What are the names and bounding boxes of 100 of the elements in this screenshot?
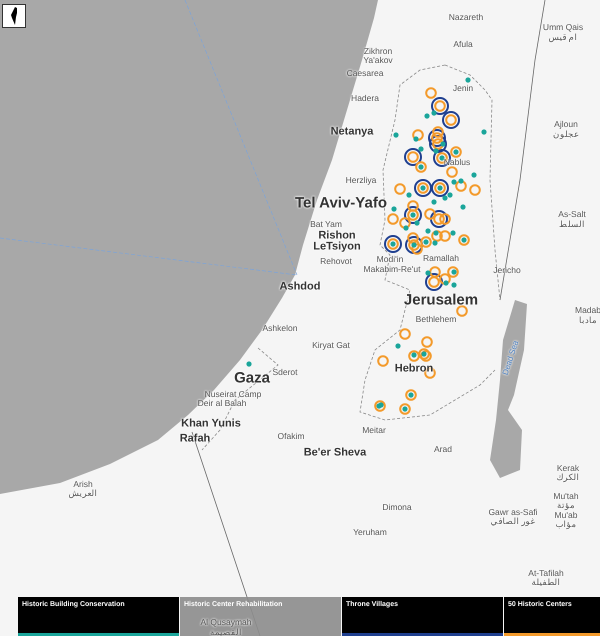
ring-marker[interactable] bbox=[433, 213, 445, 225]
ring-marker[interactable] bbox=[447, 266, 459, 278]
ring-marker[interactable] bbox=[425, 87, 437, 99]
ring-marker[interactable] bbox=[450, 146, 462, 158]
ring-marker[interactable] bbox=[408, 239, 420, 251]
dot-marker[interactable] bbox=[447, 192, 453, 198]
dot-marker[interactable] bbox=[471, 172, 477, 178]
ring-marker[interactable] bbox=[399, 217, 411, 229]
dot-marker[interactable] bbox=[408, 392, 414, 398]
ring-marker[interactable] bbox=[439, 213, 451, 225]
dot-marker[interactable] bbox=[450, 230, 456, 236]
ring-marker[interactable] bbox=[434, 100, 446, 112]
dot-marker[interactable] bbox=[432, 240, 438, 246]
dot-marker[interactable] bbox=[481, 129, 487, 135]
dot-marker[interactable] bbox=[431, 110, 437, 116]
dot-marker[interactable] bbox=[460, 204, 466, 210]
ring-marker[interactable] bbox=[429, 266, 441, 278]
ring-marker[interactable] bbox=[421, 336, 433, 348]
dot-marker[interactable] bbox=[458, 178, 464, 184]
ring-marker[interactable] bbox=[414, 179, 432, 197]
dot-marker[interactable] bbox=[402, 406, 408, 412]
dot-marker[interactable] bbox=[406, 192, 412, 198]
dot-marker[interactable] bbox=[418, 164, 424, 170]
ring-marker[interactable] bbox=[399, 403, 411, 415]
ring-marker[interactable] bbox=[429, 135, 447, 153]
dot-marker[interactable] bbox=[433, 148, 439, 154]
ring-marker[interactable] bbox=[446, 166, 458, 178]
ring-marker[interactable] bbox=[458, 234, 470, 246]
dot-marker[interactable] bbox=[393, 132, 399, 138]
dot-marker[interactable] bbox=[443, 280, 449, 286]
ring-marker[interactable] bbox=[431, 97, 449, 115]
dot-marker[interactable] bbox=[465, 77, 471, 83]
ring-marker[interactable] bbox=[407, 151, 419, 163]
dot-marker[interactable] bbox=[410, 212, 416, 218]
ring-marker[interactable] bbox=[399, 328, 411, 340]
dot-marker[interactable] bbox=[437, 185, 443, 191]
ring-marker[interactable] bbox=[442, 111, 460, 129]
dot-marker[interactable] bbox=[403, 225, 409, 231]
ring-marker[interactable] bbox=[387, 238, 399, 250]
ring-marker[interactable] bbox=[374, 400, 386, 412]
dot-marker[interactable] bbox=[424, 113, 430, 119]
ring-marker[interactable] bbox=[387, 213, 399, 225]
dot-marker[interactable] bbox=[453, 149, 459, 155]
ring-marker[interactable] bbox=[412, 129, 424, 141]
dot-marker[interactable] bbox=[414, 220, 420, 226]
ring-marker[interactable] bbox=[428, 276, 440, 288]
dot-marker[interactable] bbox=[451, 179, 457, 185]
dot-marker[interactable] bbox=[442, 195, 448, 201]
ring-marker[interactable] bbox=[425, 273, 443, 291]
dot-marker[interactable] bbox=[440, 141, 446, 147]
ring-marker[interactable] bbox=[407, 209, 419, 221]
ring-marker[interactable] bbox=[431, 179, 449, 197]
ring-marker[interactable] bbox=[439, 230, 451, 242]
ring-marker[interactable] bbox=[439, 273, 451, 285]
dot-marker[interactable] bbox=[391, 206, 397, 212]
dot-marker[interactable] bbox=[425, 228, 431, 234]
dot-marker[interactable] bbox=[420, 185, 426, 191]
dot-marker[interactable] bbox=[439, 155, 445, 161]
dot-marker[interactable] bbox=[390, 241, 396, 247]
ring-marker[interactable] bbox=[430, 210, 448, 228]
dot-marker[interactable] bbox=[411, 242, 417, 248]
ring-marker[interactable] bbox=[405, 389, 417, 401]
ring-marker[interactable] bbox=[432, 138, 444, 150]
dot-marker[interactable] bbox=[246, 361, 252, 367]
ring-marker[interactable] bbox=[456, 305, 468, 317]
dot-marker[interactable] bbox=[418, 146, 424, 152]
dot-marker[interactable] bbox=[451, 282, 457, 288]
ring-marker[interactable] bbox=[407, 232, 419, 244]
ring-marker[interactable] bbox=[394, 183, 406, 195]
ring-marker[interactable] bbox=[404, 148, 422, 166]
locator-map-button[interactable] bbox=[2, 4, 26, 28]
dot-marker[interactable] bbox=[425, 270, 431, 276]
dot-marker[interactable] bbox=[451, 269, 457, 275]
ring-marker[interactable] bbox=[432, 126, 444, 138]
map[interactable] bbox=[0, 0, 600, 636]
dot-marker[interactable] bbox=[411, 352, 417, 358]
ring-marker[interactable] bbox=[417, 182, 429, 194]
ring-marker[interactable] bbox=[424, 208, 436, 220]
dot-marker[interactable] bbox=[413, 136, 419, 142]
ring-marker[interactable] bbox=[428, 129, 446, 147]
dot-marker[interactable] bbox=[421, 351, 427, 357]
ring-marker[interactable] bbox=[404, 206, 422, 224]
ring-marker[interactable] bbox=[431, 132, 443, 144]
ring-marker[interactable] bbox=[377, 355, 389, 367]
ring-marker[interactable] bbox=[415, 161, 427, 173]
ring-marker[interactable] bbox=[469, 184, 481, 196]
dot-marker[interactable] bbox=[378, 402, 384, 408]
ring-marker[interactable] bbox=[420, 236, 432, 248]
dot-marker[interactable] bbox=[433, 230, 439, 236]
ring-marker[interactable] bbox=[411, 243, 423, 255]
ring-marker[interactable] bbox=[408, 350, 420, 362]
ring-marker[interactable] bbox=[445, 114, 457, 126]
dot-marker[interactable] bbox=[395, 343, 401, 349]
ring-marker[interactable] bbox=[431, 230, 443, 242]
dot-marker[interactable] bbox=[431, 199, 437, 205]
dot-marker[interactable] bbox=[423, 239, 429, 245]
ring-marker[interactable] bbox=[434, 182, 446, 194]
ring-marker[interactable] bbox=[384, 235, 402, 253]
ring-marker[interactable] bbox=[455, 180, 467, 192]
ring-marker[interactable] bbox=[407, 200, 419, 212]
